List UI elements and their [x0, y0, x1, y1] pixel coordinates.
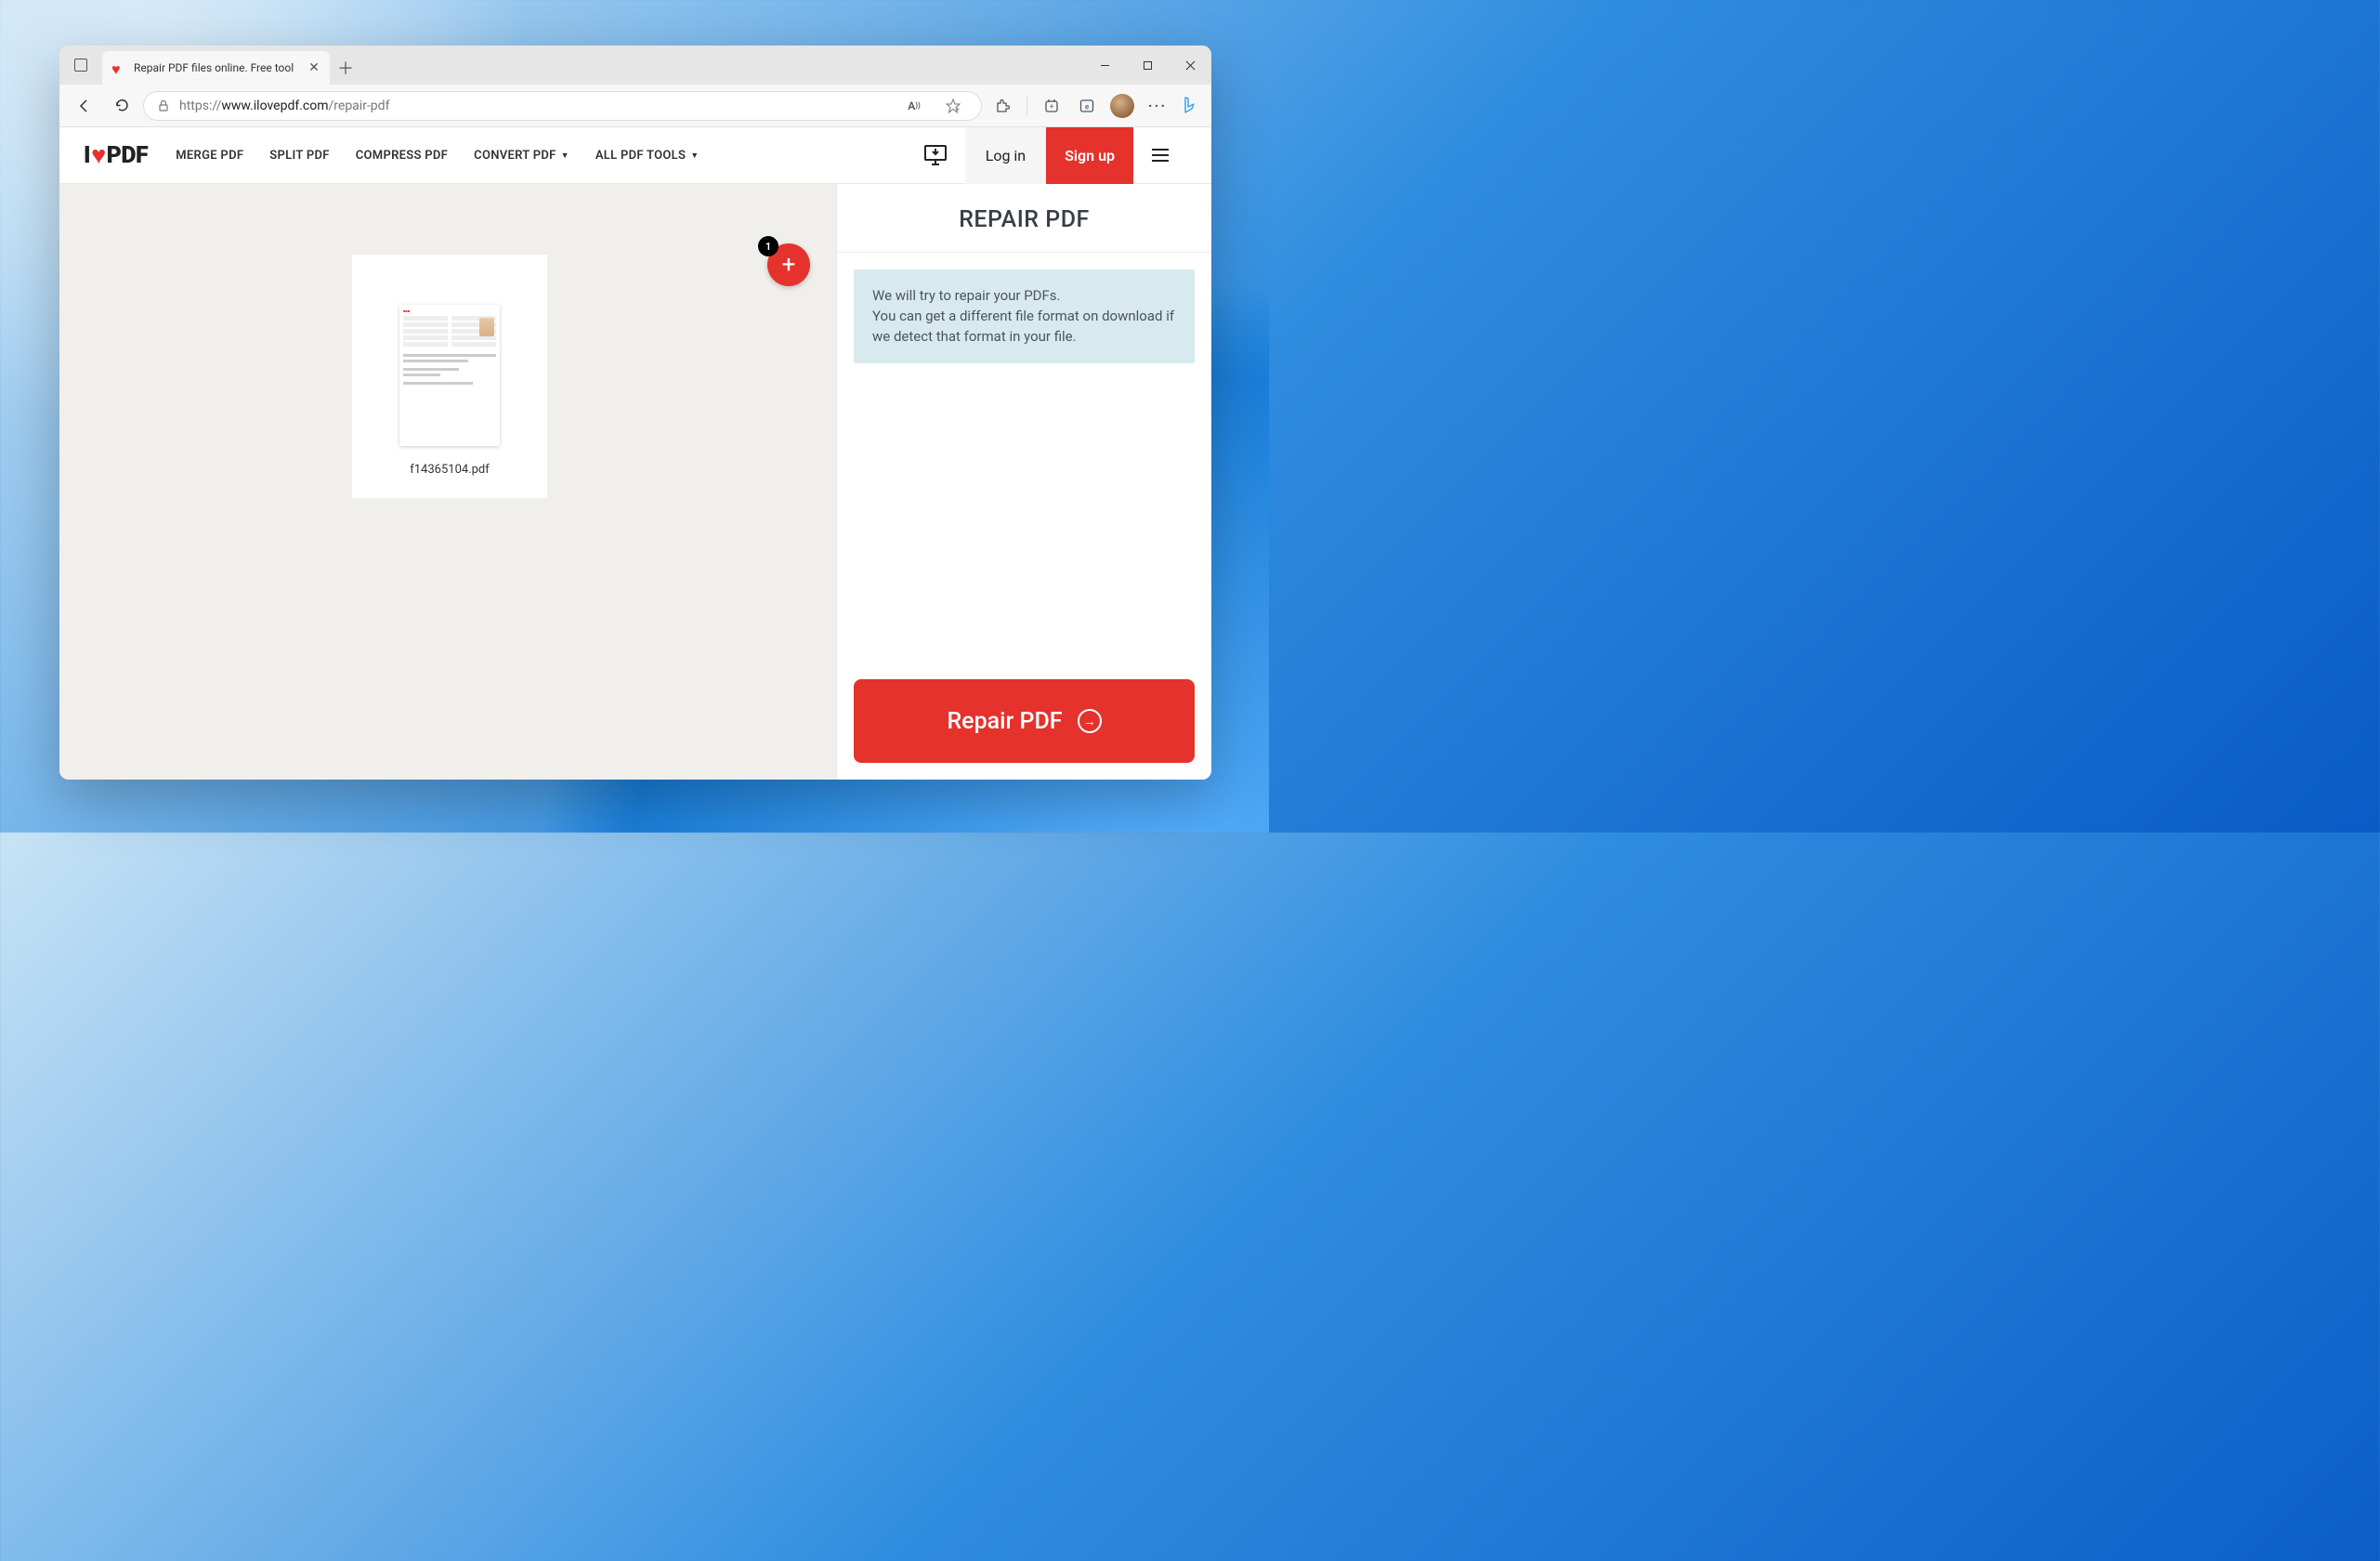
- favorite-icon[interactable]: +: [938, 91, 968, 121]
- svg-text:e: e: [1085, 102, 1090, 111]
- heart-icon: ♥: [91, 140, 106, 170]
- workspace: ■■■ f14365104.pdf + 1: [59, 184, 1211, 780]
- browser-titlebar: Repair PDF files online. Free tool ✕ ＋: [59, 46, 1211, 85]
- menu-button[interactable]: [1133, 145, 1187, 165]
- arrow-right-icon: →: [1078, 709, 1102, 733]
- lock-icon: [157, 99, 170, 112]
- window-controls: [1083, 46, 1211, 85]
- nav-all-tools-label: ALL PDF TOOLS: [595, 149, 686, 163]
- extensions-icon[interactable]: [987, 91, 1017, 121]
- info-line-2: You can get a different file format on d…: [872, 307, 1176, 348]
- tab-actions-button[interactable]: [59, 46, 102, 85]
- info-line-1: We will try to repair your PDFs.: [872, 286, 1176, 307]
- plus-icon: +: [782, 251, 796, 279]
- minimize-button[interactable]: [1083, 46, 1126, 85]
- browser-tab[interactable]: Repair PDF files online. Free tool ✕: [102, 51, 330, 85]
- chevron-down-icon: ▼: [690, 151, 699, 161]
- maximize-button[interactable]: [1126, 46, 1169, 85]
- file-canvas: ■■■ f14365104.pdf + 1: [59, 184, 836, 780]
- collections-icon[interactable]: +: [1037, 91, 1066, 121]
- more-button[interactable]: ···: [1143, 91, 1172, 121]
- browser-window: Repair PDF files online. Free tool ✕ ＋: [59, 46, 1211, 780]
- file-name: f14365104.pdf: [410, 463, 490, 477]
- repair-button-label: Repair PDF: [947, 708, 1062, 735]
- desktop-app-icon[interactable]: [917, 137, 954, 174]
- chevron-down-icon: ▼: [561, 151, 569, 161]
- options-sidebar: REPAIR PDF We will try to repair your PD…: [836, 184, 1211, 780]
- nav-compress-pdf[interactable]: COMPRESS PDF: [356, 149, 448, 163]
- repair-pdf-button[interactable]: Repair PDF →: [854, 679, 1195, 763]
- svg-text:+: +: [956, 106, 960, 113]
- profile-avatar[interactable]: [1107, 91, 1137, 121]
- file-count-badge: 1: [758, 236, 778, 256]
- new-tab-button[interactable]: ＋: [330, 51, 361, 85]
- tab-title: Repair PDF files online. Free tool: [134, 61, 300, 74]
- info-box: We will try to repair your PDFs. You can…: [854, 269, 1195, 363]
- nav-convert-pdf[interactable]: CONVERT PDF ▼: [474, 149, 569, 163]
- nav-all-tools[interactable]: ALL PDF TOOLS ▼: [595, 149, 700, 163]
- browser-toolbar: https://www.ilovepdf.com/repair-pdf A)) …: [59, 85, 1211, 127]
- read-aloud-icon[interactable]: A)): [899, 91, 929, 121]
- url-text: https://www.ilovepdf.com/repair-pdf: [179, 98, 890, 113]
- heart-icon: [111, 60, 126, 75]
- site-header: I ♥ PDF MERGE PDF SPLIT PDF COMPRESS PDF…: [59, 127, 1211, 184]
- file-thumbnail: ■■■: [399, 305, 500, 446]
- close-tab-button[interactable]: ✕: [307, 61, 320, 74]
- nav-merge-pdf[interactable]: MERGE PDF: [176, 149, 243, 163]
- login-button[interactable]: Log in: [965, 127, 1046, 184]
- bing-icon[interactable]: [1178, 94, 1202, 118]
- add-file-button[interactable]: + 1: [767, 243, 810, 286]
- nav-convert-label: CONVERT PDF: [474, 149, 556, 163]
- refresh-button[interactable]: [106, 90, 137, 122]
- site-logo[interactable]: I ♥ PDF: [84, 140, 148, 170]
- nav-split-pdf[interactable]: SPLIT PDF: [269, 149, 329, 163]
- back-button[interactable]: [69, 90, 100, 122]
- main-nav: MERGE PDF SPLIT PDF COMPRESS PDF CONVERT…: [176, 149, 699, 163]
- svg-text:+: +: [1050, 102, 1054, 111]
- ie-mode-icon[interactable]: e: [1072, 91, 1102, 121]
- address-bar[interactable]: https://www.ilovepdf.com/repair-pdf A)) …: [143, 91, 982, 121]
- logo-text-right: PDF: [107, 142, 149, 169]
- window-close-button[interactable]: [1169, 46, 1211, 85]
- file-card[interactable]: ■■■ f14365104.pdf: [352, 255, 547, 498]
- logo-text-left: I: [84, 142, 90, 169]
- signup-button[interactable]: Sign up: [1046, 127, 1133, 184]
- sidebar-title: REPAIR PDF: [837, 184, 1211, 253]
